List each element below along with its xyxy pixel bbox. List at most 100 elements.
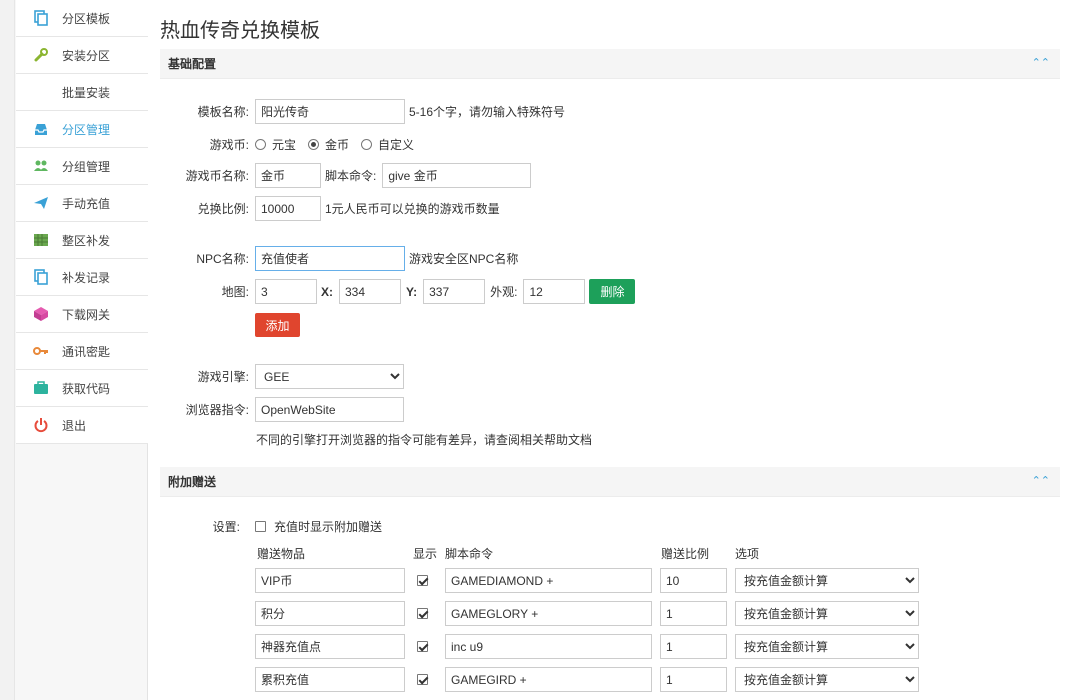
page-title: 热血传奇兑换模板 [160, 20, 320, 42]
currency-name-label: 游戏币名称: [185, 169, 249, 183]
bonus-script-input[interactable] [445, 568, 652, 593]
paper-plane-icon [32, 194, 50, 212]
sidebar-item-label: 批量安装 [62, 85, 111, 100]
collapse-icon[interactable]: ⌃⌃ [1032, 476, 1050, 487]
ratio-hint: 1元人民币可以兑换的游戏币数量 [325, 202, 500, 216]
currency-radio-0[interactable]: 元宝 [255, 136, 296, 153]
map-input[interactable] [255, 279, 317, 304]
sidebar-item-label: 分区模板 [62, 11, 111, 26]
browser-label: 浏览器指令: [185, 403, 249, 417]
bonus-show-checkbox[interactable] [417, 608, 428, 619]
basic-config-header[interactable]: 基础配置 ⌃⌃ [160, 49, 1060, 79]
sidebar-item-label: 分组管理 [62, 159, 111, 174]
sidebar-item-label: 手动充值 [62, 196, 111, 211]
bonus-show-checkbox[interactable] [417, 641, 428, 652]
section-title: 基础配置 [168, 57, 217, 71]
browser-hint: 不同的引擎打开浏览器的指令可能有差异，请查阅相关帮助文档 [256, 433, 593, 447]
sidebar-item-label: 整区补发 [62, 233, 111, 248]
bonus-option-select[interactable]: 按充值金额计算 [735, 634, 919, 659]
inbox-icon [32, 120, 50, 138]
bonus-option-select[interactable]: 按充值金额计算 [735, 601, 919, 626]
x-label: X: [321, 284, 333, 299]
bonus-option-select[interactable]: 按充值金额计算 [735, 568, 919, 593]
bonus-item-input[interactable] [255, 568, 405, 593]
appearance-input[interactable] [523, 279, 586, 304]
bonus-ratio-input[interactable] [660, 568, 727, 593]
x-input[interactable] [339, 279, 401, 304]
bonus-item-input[interactable] [255, 667, 405, 692]
browser-hint-row: 不同的引擎打开浏览器的指令可能有差异，请查阅相关帮助文档 [256, 431, 592, 448]
sidebar: 分区模板安装分区批量安装分区管理分组管理手动充值整区补发补发记录下载网关通讯密匙… [0, 0, 148, 700]
collapse-icon[interactable]: ⌃⌃ [1032, 58, 1050, 69]
appearance-label: 外观: [490, 285, 518, 299]
delete-button[interactable]: 删除 [589, 279, 636, 304]
users-icon [32, 157, 50, 175]
sidebar-edge [0, 0, 15, 700]
bonus-script-input[interactable] [445, 667, 652, 692]
bonus-option-select[interactable]: 按充值金额计算 [735, 667, 919, 692]
header-option: 选项 [735, 547, 760, 561]
bonus-ratio-input[interactable] [660, 601, 727, 626]
radio-dot[interactable] [255, 138, 266, 150]
y-input[interactable] [423, 279, 486, 304]
sidebar-item-8[interactable]: 下载网关 [16, 296, 148, 333]
currency-radio-2[interactable]: 自定义 [361, 136, 414, 153]
script-cmd-label: 脚本命令: [325, 169, 377, 183]
bonus-header[interactable]: 附加赠送 ⌃⌃ [160, 467, 1060, 497]
currency-name-row: 游戏币名称: 脚本命令: [160, 163, 532, 188]
bonus-ratio-input[interactable] [660, 634, 727, 659]
radio-dot[interactable] [361, 138, 373, 150]
show-bonus-checkbox[interactable] [255, 520, 266, 532]
add-button[interactable]: 添加 [255, 313, 300, 337]
sidebar-item-2[interactable]: 批量安装 [16, 74, 148, 111]
engine-select[interactable]: GEE [255, 364, 404, 389]
currency-name-input[interactable] [255, 163, 321, 188]
y-label: Y: [406, 284, 418, 299]
engine-row: 游戏引擎: GEE [160, 364, 404, 389]
npc-label: NPC名称: [196, 252, 249, 266]
bonus-item-input[interactable] [255, 601, 405, 626]
bonus-show-checkbox[interactable] [417, 575, 428, 586]
radio-dot[interactable] [308, 138, 320, 150]
sidebar-item-11[interactable]: 退出 [16, 407, 148, 444]
template-name-input[interactable] [255, 99, 405, 124]
copy-icon [32, 9, 50, 27]
sidebar-item-9[interactable]: 通讯密匙 [16, 333, 148, 370]
sidebar-item-0[interactable]: 分区模板 [16, 0, 148, 37]
currency-radio-1[interactable]: 金币 [308, 136, 349, 153]
sidebar-item-label: 退出 [62, 418, 87, 433]
grid-icon [32, 231, 50, 249]
bonus-script-input[interactable] [445, 601, 652, 626]
sidebar-item-7[interactable]: 补发记录 [16, 259, 148, 296]
sidebar-item-10[interactable]: 获取代码 [16, 370, 148, 407]
bonus-script-input[interactable] [445, 634, 652, 659]
npc-name-input[interactable] [255, 246, 405, 271]
bonus-ratio-input[interactable] [660, 667, 727, 692]
radio-label: 自定义 [378, 137, 415, 152]
template-name-row: 模板名称: 5-16个字，请勿输入特殊符号 [160, 99, 565, 124]
sidebar-item-label: 补发记录 [62, 270, 111, 285]
currency-radio-group: 元宝 金币 自定义 [255, 136, 426, 153]
key-icon [32, 342, 50, 360]
power-icon [32, 416, 50, 434]
briefcase-icon [32, 379, 50, 397]
settings-label: 设置: [212, 519, 240, 534]
basic-config-section: 基础配置 ⌃⌃ [160, 49, 1060, 79]
wrench-icon [32, 46, 50, 64]
sidebar-item-6[interactable]: 整区补发 [16, 222, 148, 259]
add-row: 添加 [255, 313, 300, 337]
script-cmd-input[interactable] [382, 163, 532, 188]
sidebar-item-label: 下载网关 [62, 307, 111, 322]
bonus-show-checkbox[interactable] [417, 674, 428, 685]
bonus-item-input[interactable] [255, 634, 405, 659]
sidebar-item-3[interactable]: 分区管理 [16, 111, 148, 148]
ratio-input[interactable] [255, 196, 321, 221]
currency-row: 游戏币: 元宝 金币 自定义 [160, 136, 426, 153]
browser-cmd-input[interactable] [255, 397, 404, 422]
sidebar-item-5[interactable]: 手动充值 [16, 185, 148, 222]
sidebar-item-label: 安装分区 [62, 48, 111, 63]
bonus-section: 附加赠送 ⌃⌃ [160, 467, 1060, 497]
sidebar-item-1[interactable]: 安装分区 [16, 37, 148, 74]
sidebar-item-4[interactable]: 分组管理 [16, 148, 148, 185]
header-script: 脚本命令 [445, 547, 494, 561]
